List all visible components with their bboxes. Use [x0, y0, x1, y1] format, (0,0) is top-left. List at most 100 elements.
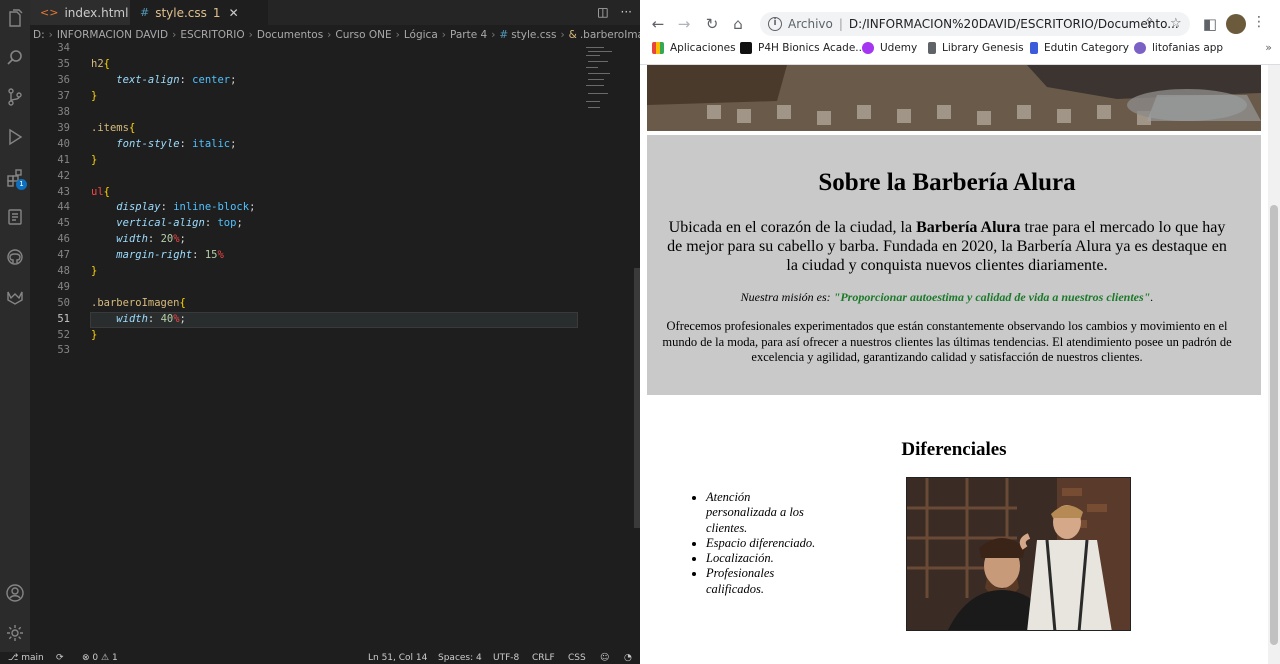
- close-icon[interactable]: ✕: [229, 6, 239, 20]
- apps-grid-icon: [652, 42, 664, 54]
- minimap-line: [588, 51, 612, 52]
- brace: {: [103, 58, 110, 70]
- home-icon[interactable]: ⌂: [728, 14, 748, 34]
- bookmarks-bar: Aplicaciones P4H Bionics Acade... Udemy …: [640, 40, 1280, 60]
- breadcrumb-item[interactable]: Parte 4: [450, 29, 487, 41]
- breadcrumb: D: › INFORMACION DAVID › ESCRITORIO › Docum…: [30, 25, 640, 45]
- tab-index-html[interactable]: <> index.html: [30, 0, 130, 25]
- bookmarks-overflow-icon[interactable]: »: [1265, 41, 1272, 54]
- sync-icon[interactable]: ⟳: [56, 652, 64, 664]
- line-number: 48: [57, 265, 70, 277]
- forward-arrow-icon[interactable]: →: [674, 14, 694, 34]
- line-number: 40: [57, 138, 70, 150]
- reload-icon[interactable]: ↻: [702, 14, 722, 34]
- litofanias-icon: [1134, 42, 1146, 54]
- breadcrumb-item[interactable]: Documentos: [257, 29, 323, 41]
- back-arrow-icon[interactable]: ←: [648, 14, 668, 34]
- site-info-icon[interactable]: i: [768, 17, 782, 31]
- bookmark-litofanias[interactable]: litofanias app: [1134, 42, 1223, 54]
- bookmark-label: litofanias app: [1152, 42, 1224, 54]
- about-text-start: Ubicada en el corazón de la ciudad, la: [668, 219, 917, 236]
- feedback-icon[interactable]: ☺: [600, 652, 609, 664]
- side-panel-icon[interactable]: ◧: [1200, 14, 1220, 34]
- tab-problem-count: 1: [212, 5, 221, 20]
- language-mode[interactable]: CSS: [568, 652, 586, 664]
- tab-style-css[interactable]: # style.css 1 ✕: [130, 0, 268, 25]
- line-number: 42: [57, 170, 70, 182]
- breadcrumb-item[interactable]: Curso ONE: [335, 29, 391, 41]
- brace: }: [91, 154, 98, 166]
- barber-cutting-hair-image: [907, 478, 1130, 630]
- split-editor-icon[interactable]: ◫: [597, 5, 608, 19]
- extensions-icon[interactable]: 1: [0, 163, 30, 193]
- about-title: Sobre la Barbería Alura: [818, 169, 1076, 196]
- code-line: h2{: [91, 57, 110, 73]
- source-control-icon[interactable]: [0, 82, 30, 112]
- minimap[interactable]: [584, 45, 630, 115]
- code-line: margin-right: 15%: [116, 249, 224, 261]
- search-icon[interactable]: [0, 43, 30, 73]
- github-icon[interactable]: [0, 242, 30, 272]
- css-file-icon: #: [140, 6, 150, 19]
- minimap-line: [586, 101, 600, 102]
- share-icon[interactable]: ⇪: [1144, 16, 1155, 31]
- remote-explorer-icon[interactable]: [0, 202, 30, 232]
- bookmark-p4h[interactable]: P4H Bionics Acade...: [740, 42, 865, 54]
- address-bar[interactable]: i Archivo | D:/INFORMACION%20DAVID/ESCRI…: [760, 12, 1190, 36]
- number: 40: [160, 313, 174, 325]
- page-content[interactable]: Sobre la Barbería Alura Ubicada en el co…: [640, 65, 1268, 664]
- selector: h2: [91, 58, 104, 70]
- cursor-position[interactable]: Ln 51, Col 14: [368, 652, 427, 664]
- eol-status[interactable]: CRLF: [532, 652, 555, 664]
- minimap-line: [588, 73, 610, 74]
- profile-avatar[interactable]: [1226, 14, 1246, 34]
- problems-status[interactable]: ⊗ 0 ⚠ 1: [82, 652, 118, 664]
- breadcrumb-item[interactable]: .barberoImagen: [580, 29, 640, 41]
- encoding-status[interactable]: UTF-8: [493, 652, 519, 664]
- url-separator: |: [838, 17, 843, 31]
- settings-gear-icon[interactable]: [0, 618, 30, 648]
- code-line: }: [91, 89, 97, 105]
- code-line: .barberoImagen{: [91, 296, 186, 312]
- unit: %: [173, 233, 180, 245]
- editor-tabs: <> index.html # style.css 1 ✕ ◫ ···: [30, 0, 640, 25]
- breadcrumb-item[interactable]: D:: [33, 29, 45, 41]
- bookmark-library-genesis[interactable]: Library Genesis: [928, 42, 1024, 54]
- line-number: 39: [57, 122, 70, 134]
- branch-status[interactable]: ⎇ main: [8, 652, 44, 664]
- accounts-icon[interactable]: [0, 578, 30, 608]
- notifications-bell-icon[interactable]: ◔: [624, 652, 632, 664]
- brace: {: [103, 186, 110, 198]
- diferenciales-list: Atención personalizada a los clientes. E…: [692, 490, 822, 597]
- breadcrumb-item[interactable]: INFORMACION DAVID: [57, 29, 168, 41]
- bookmark-star-icon[interactable]: ☆: [1170, 16, 1182, 31]
- code-line: display: inline-block;: [116, 201, 256, 213]
- explorer-icon[interactable]: [0, 4, 30, 34]
- bookmark-apps[interactable]: Aplicaciones: [652, 42, 736, 54]
- line-number: 37: [57, 90, 70, 102]
- code-line: vertical-align: top;: [116, 217, 243, 229]
- breadcrumb-item[interactable]: Lógica: [404, 29, 438, 41]
- error-count: 0: [92, 653, 99, 663]
- run-debug-icon[interactable]: [0, 122, 30, 152]
- selector: ul: [91, 186, 104, 198]
- bookmark-label: Aplicaciones: [670, 42, 736, 54]
- bookmark-edutin[interactable]: Edutin Category: [1030, 42, 1129, 54]
- gitlens-icon[interactable]: [0, 282, 30, 312]
- mission-period: .: [1150, 290, 1154, 304]
- brand-name: Barbería Alura: [916, 219, 1021, 236]
- page-scrollbar-thumb[interactable]: [1270, 205, 1278, 645]
- indentation-status[interactable]: Spaces: 4: [438, 652, 482, 664]
- minimap-line: [588, 61, 608, 62]
- brace: }: [91, 329, 98, 341]
- line-number: 36: [57, 74, 70, 86]
- tab-label: style.css: [155, 5, 207, 20]
- bookmark-udemy[interactable]: Udemy: [862, 42, 917, 54]
- more-actions-icon[interactable]: ···: [621, 5, 632, 19]
- code-editor[interactable]: 34 35 36 37 38 39 40 41 42 43 44 45 46 4…: [30, 42, 636, 652]
- more-menu-icon[interactable]: ⋮: [1252, 14, 1266, 30]
- breadcrumb-item[interactable]: ESCRITORIO: [180, 29, 244, 41]
- url-scheme-label: Archivo: [788, 17, 833, 31]
- brace: }: [91, 265, 98, 277]
- breadcrumb-item[interactable]: style.css: [511, 29, 556, 41]
